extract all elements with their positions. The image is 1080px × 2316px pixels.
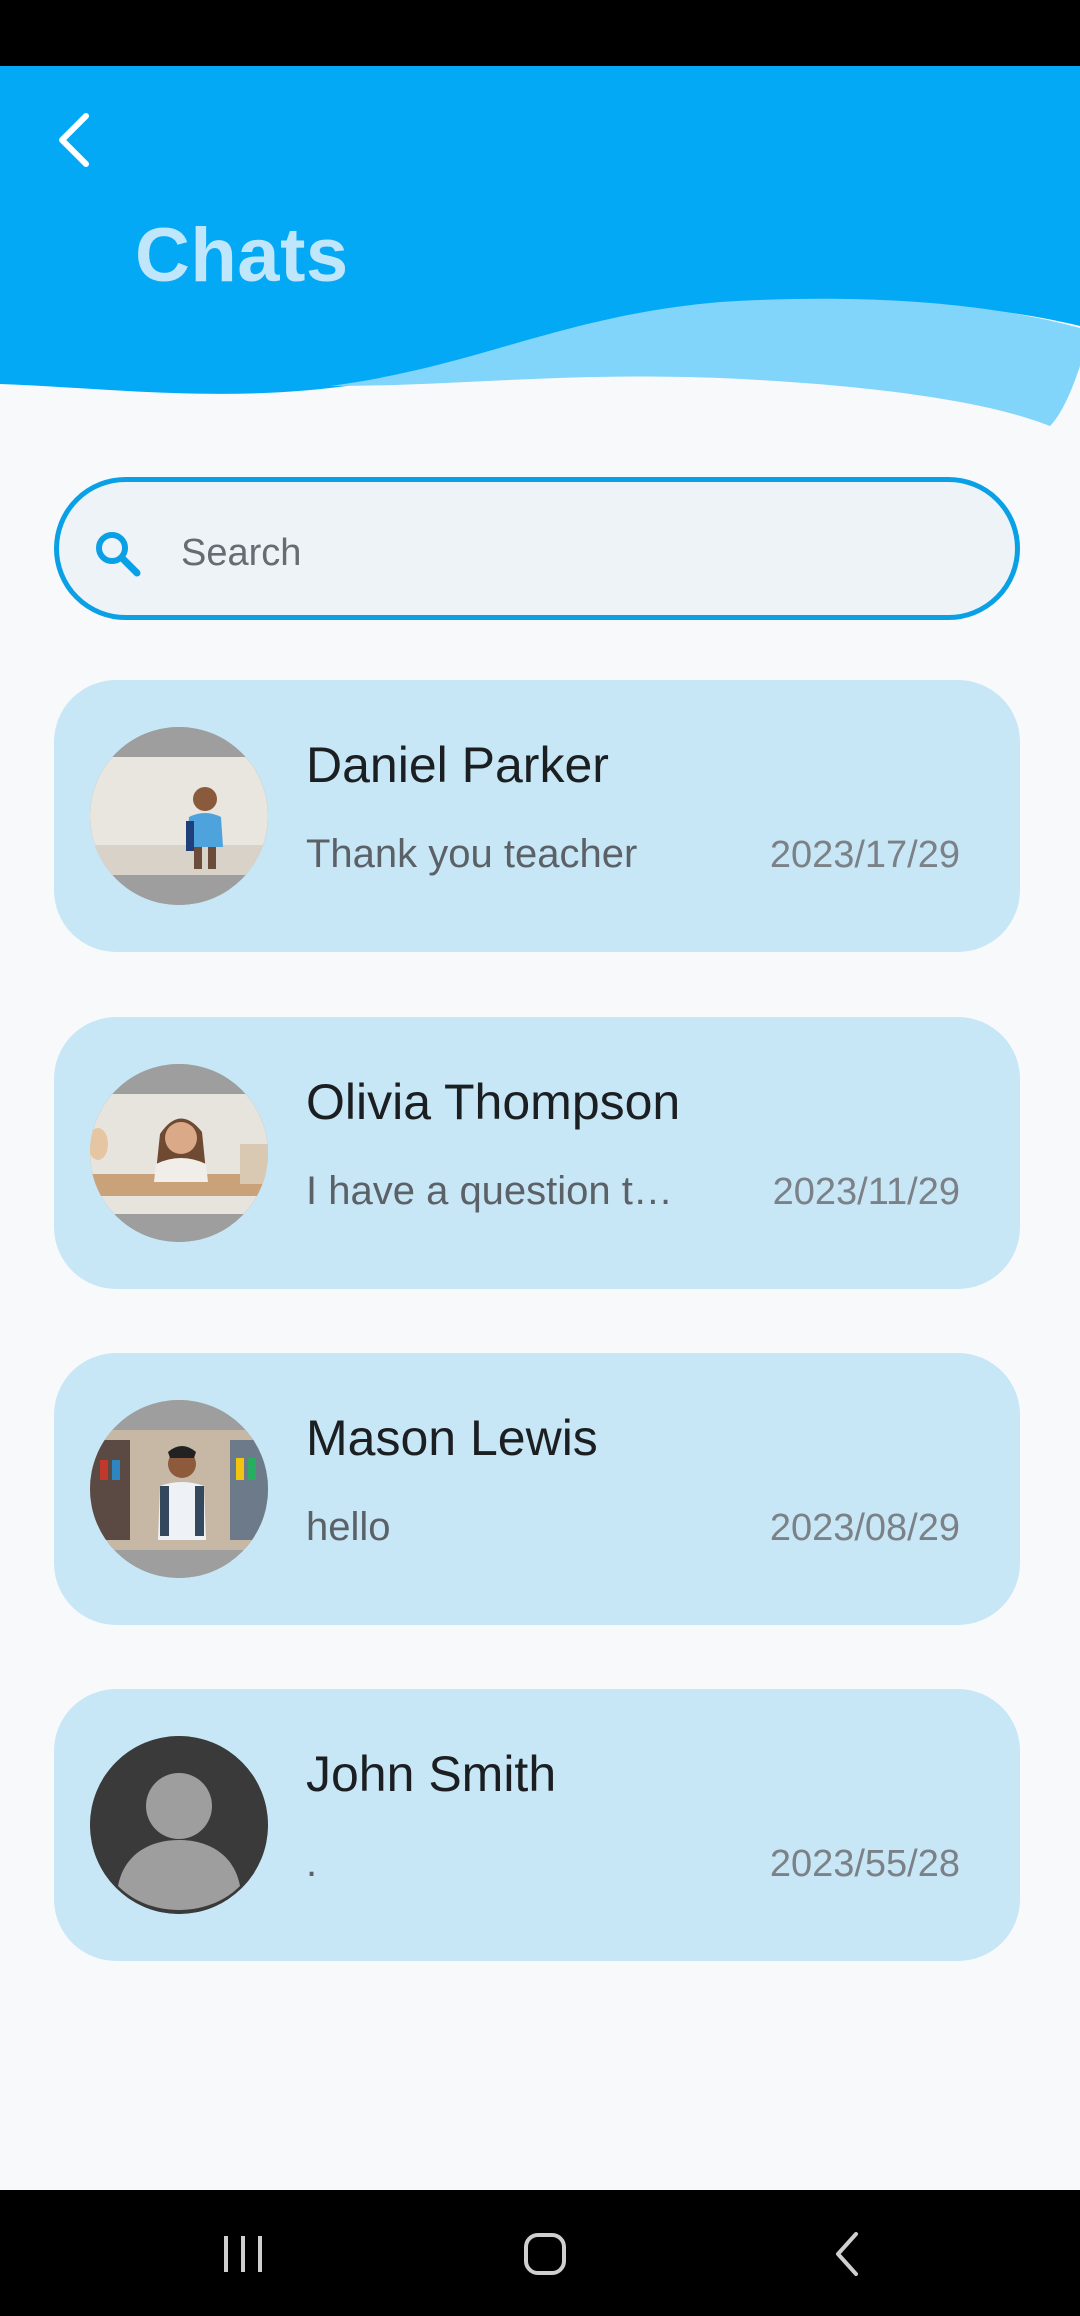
chevron-left-icon bbox=[59, 113, 89, 167]
home-button[interactable] bbox=[495, 2214, 595, 2294]
chat-item-mason-lewis[interactable]: Mason Lewis hello 2023/08/29 bbox=[54, 1353, 1020, 1625]
chat-name: Mason Lewis bbox=[306, 1410, 598, 1466]
status-bar bbox=[0, 0, 1080, 66]
search-bar[interactable] bbox=[54, 477, 1020, 620]
recents-button[interactable] bbox=[193, 2214, 293, 2294]
header: Chats bbox=[0, 66, 1080, 436]
back-button[interactable] bbox=[40, 106, 108, 174]
search-icon bbox=[96, 532, 141, 577]
default-user-icon bbox=[90, 1736, 268, 1914]
back-icon bbox=[836, 2232, 858, 2276]
home-icon bbox=[524, 2233, 566, 2275]
system-nav-bar bbox=[0, 2190, 1080, 2316]
chat-date: 2023/08/29 bbox=[769, 1507, 960, 1549]
chats-screen: Chats Daniel Parker Thank you teacher 20… bbox=[0, 0, 1080, 2316]
chat-item-john-smith[interactable]: John Smith . 2023/55/28 bbox=[54, 1689, 1020, 1961]
chat-item-olivia-thompson[interactable]: Olivia Thompson I have a question t… 202… bbox=[54, 1017, 1020, 1289]
page-title: Chats bbox=[135, 213, 349, 298]
avatar bbox=[90, 727, 268, 905]
chat-last-message: . bbox=[306, 1841, 318, 1885]
recents-icon bbox=[224, 2236, 262, 2272]
chat-last-message: I have a question t… bbox=[306, 1169, 673, 1213]
chat-date: 2023/55/28 bbox=[769, 1843, 960, 1885]
avatar bbox=[90, 1736, 268, 1914]
avatar bbox=[90, 1400, 268, 1578]
chat-date: 2023/11/29 bbox=[772, 1171, 960, 1213]
chat-name: Olivia Thompson bbox=[306, 1074, 681, 1130]
search-input[interactable] bbox=[179, 512, 983, 594]
chat-item-daniel-parker[interactable]: Daniel Parker Thank you teacher 2023/17/… bbox=[54, 680, 1020, 952]
chat-name: Daniel Parker bbox=[306, 737, 609, 793]
chat-last-message: Thank you teacher bbox=[306, 832, 638, 876]
avatar bbox=[90, 1064, 268, 1242]
chat-last-message: hello bbox=[306, 1505, 391, 1549]
chat-name: John Smith bbox=[306, 1746, 557, 1802]
chat-date: 2023/17/29 bbox=[769, 834, 960, 876]
nav-back-button[interactable] bbox=[797, 2214, 897, 2294]
